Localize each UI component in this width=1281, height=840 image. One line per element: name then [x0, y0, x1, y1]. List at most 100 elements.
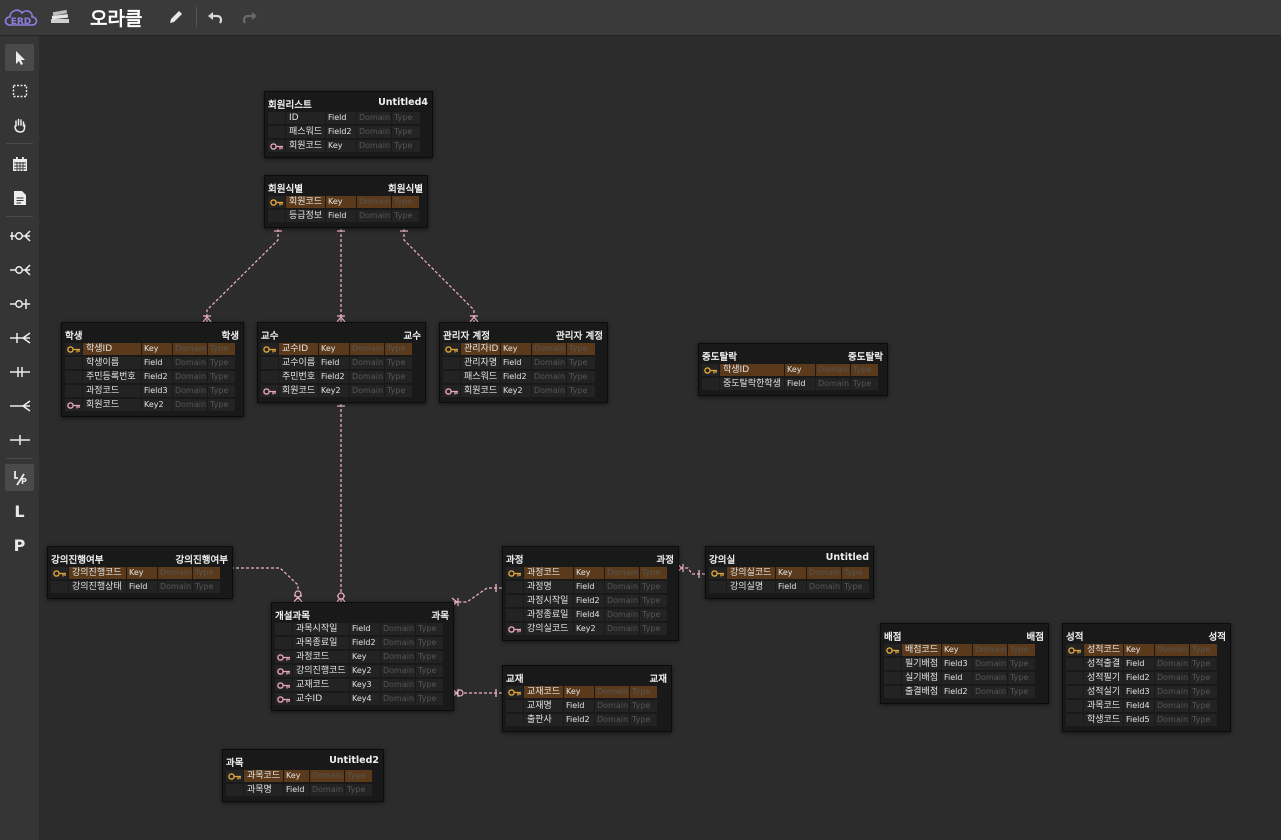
column-datatype[interactable]: Field2	[1124, 672, 1154, 684]
column-datatype[interactable]: Field	[501, 357, 531, 369]
table-comment[interactable]: 중도탈락	[848, 349, 883, 363]
column-type[interactable]: Type	[345, 770, 372, 782]
column-name[interactable]: 강의실코드	[727, 567, 775, 579]
column-datatype[interactable]: Key	[127, 567, 157, 579]
column-type[interactable]: Type	[385, 357, 412, 369]
column-domain[interactable]: Domain	[1155, 686, 1189, 698]
column-domain[interactable]: Domain	[605, 623, 639, 635]
table-name[interactable]: 과정	[506, 552, 523, 566]
logical-mode-icon[interactable]: L	[5, 498, 34, 525]
column-datatype[interactable]: Key	[1124, 644, 1154, 656]
column-name[interactable]: 과목코드	[244, 770, 283, 782]
column-name[interactable]: 성적필기	[1084, 672, 1123, 684]
column-datatype[interactable]: Field5	[1124, 714, 1154, 726]
column-domain[interactable]: Domain	[595, 700, 629, 712]
table-row[interactable]: 과목시작일 Field Domain Type	[275, 623, 453, 637]
column-name[interactable]: 학생ID	[720, 364, 784, 376]
column-datatype[interactable]: Field2	[574, 595, 604, 607]
table-row[interactable]: ID Field Domain Type	[268, 112, 432, 126]
column-type[interactable]: Type	[640, 609, 667, 621]
erd-table-교재[interactable]: 교재 교재 교재코드 Key Domain Type 교재명 Field Domain Type 출…	[502, 665, 672, 732]
column-type[interactable]: Type	[416, 651, 443, 663]
table-row[interactable]: 패스워드 Field2 Domain Type	[268, 126, 432, 140]
table-name[interactable]: 배점	[884, 629, 901, 643]
column-name[interactable]: 강의진행코드	[293, 665, 349, 677]
column-name[interactable]: 과목명	[244, 784, 283, 796]
table-header[interactable]: 성적 성적	[1063, 624, 1230, 644]
column-datatype[interactable]: Key	[319, 343, 349, 355]
table-icon[interactable]	[5, 150, 34, 177]
table-row[interactable]: 과목코드 Field4 Domain Type	[1066, 700, 1230, 714]
column-name[interactable]: 학생코드	[1084, 714, 1123, 726]
table-comment[interactable]: 과목	[432, 608, 449, 622]
column-type[interactable]: Type	[392, 210, 419, 222]
column-name[interactable]: 과목종료일	[293, 637, 349, 649]
table-name[interactable]: 개설과목	[275, 608, 310, 622]
table-name[interactable]: 관리자 계정	[443, 328, 490, 342]
column-name[interactable]: 중도탈락한학생	[720, 378, 784, 390]
column-domain[interactable]: Domain	[532, 371, 566, 383]
column-name[interactable]: 과정시작일	[524, 595, 573, 607]
table-row[interactable]: 성적코드 Key Domain Type	[1066, 644, 1230, 658]
column-name[interactable]: 강의실명	[727, 581, 775, 593]
column-domain[interactable]: Domain	[350, 371, 384, 383]
column-domain[interactable]: Domain	[816, 378, 850, 390]
erd-table-회원리스트[interactable]: 회원리스트 Untitled4 ID Field Domain Type 패스워드 Field…	[264, 91, 433, 158]
column-name[interactable]: 교재코드	[293, 679, 349, 691]
erd-table-교수[interactable]: 교수 교수 교수ID Key Domain Type 교수이름 Field Domain Type…	[257, 322, 426, 403]
table-row[interactable]: 강의진행코드 Key2 Domain Type	[275, 665, 453, 679]
column-datatype[interactable]: Key	[776, 567, 806, 579]
column-datatype[interactable]: Field3	[942, 658, 972, 670]
column-datatype[interactable]: Field	[319, 357, 349, 369]
column-domain[interactable]: Domain	[381, 637, 415, 649]
column-type[interactable]: Type	[416, 679, 443, 691]
column-type[interactable]: Type	[842, 581, 869, 593]
table-row[interactable]: 학생코드 Field5 Domain Type	[1066, 714, 1230, 728]
column-name[interactable]: 등급정보	[286, 210, 325, 222]
column-domain[interactable]: Domain	[532, 385, 566, 397]
column-type[interactable]: Type	[640, 623, 667, 635]
table-row[interactable]: 과목종료일 Field2 Domain Type	[275, 637, 453, 651]
table-row[interactable]: 성적출결 Field Domain Type	[1066, 658, 1230, 672]
column-datatype[interactable]: Field2	[564, 714, 594, 726]
column-type[interactable]: Type	[567, 343, 595, 355]
column-domain[interactable]: Domain	[381, 665, 415, 677]
table-header[interactable]: 과목 Untitled2	[223, 750, 383, 770]
column-name[interactable]: 성적출결	[1084, 658, 1123, 670]
column-datatype[interactable]: Field2	[942, 686, 972, 698]
table-row[interactable]: 출판사 Field2 Domain Type	[506, 714, 671, 728]
column-datatype[interactable]: Field	[564, 700, 594, 712]
table-row[interactable]: 회원코드 Key Domain Type	[268, 140, 432, 154]
column-type[interactable]: Type	[1008, 686, 1035, 698]
table-row[interactable]: 관리자명 Field Domain Type	[443, 357, 607, 371]
column-type[interactable]: Type	[385, 385, 412, 397]
column-type[interactable]: Type	[392, 196, 419, 208]
column-name[interactable]: 과정코드	[293, 651, 349, 663]
table-comment[interactable]: 회원식별	[388, 181, 423, 195]
one-n-icon[interactable]	[5, 324, 34, 351]
column-datatype[interactable]: Field2	[319, 371, 349, 383]
table-comment[interactable]: Untitled	[826, 552, 869, 563]
column-name[interactable]: 과목시작일	[293, 623, 349, 635]
column-datatype[interactable]: Field2	[501, 371, 531, 383]
column-domain[interactable]: Domain	[173, 385, 207, 397]
column-domain[interactable]: Domain	[381, 679, 415, 691]
column-domain[interactable]: Domain	[1155, 658, 1189, 670]
column-name[interactable]: 회원코드	[286, 140, 325, 152]
column-type[interactable]: Type	[416, 623, 443, 635]
column-name[interactable]: 교재코드	[524, 686, 563, 698]
column-name[interactable]: 관리자명	[461, 357, 500, 369]
column-datatype[interactable]: Field4	[574, 609, 604, 621]
column-type[interactable]: Type	[1190, 714, 1217, 726]
column-datatype[interactable]: Key2	[350, 665, 380, 677]
column-type[interactable]: Type	[385, 343, 412, 355]
column-domain[interactable]: Domain	[973, 658, 1007, 670]
column-datatype[interactable]: Field4	[1124, 700, 1154, 712]
column-datatype[interactable]: Key2	[574, 623, 604, 635]
column-type[interactable]: Type	[345, 784, 372, 796]
column-type[interactable]: Type	[640, 567, 667, 579]
table-comment[interactable]: 교재	[650, 671, 667, 685]
column-name[interactable]: 출결배점	[902, 686, 941, 698]
column-type[interactable]: Type	[851, 364, 878, 376]
table-comment[interactable]: 교수	[404, 328, 421, 342]
